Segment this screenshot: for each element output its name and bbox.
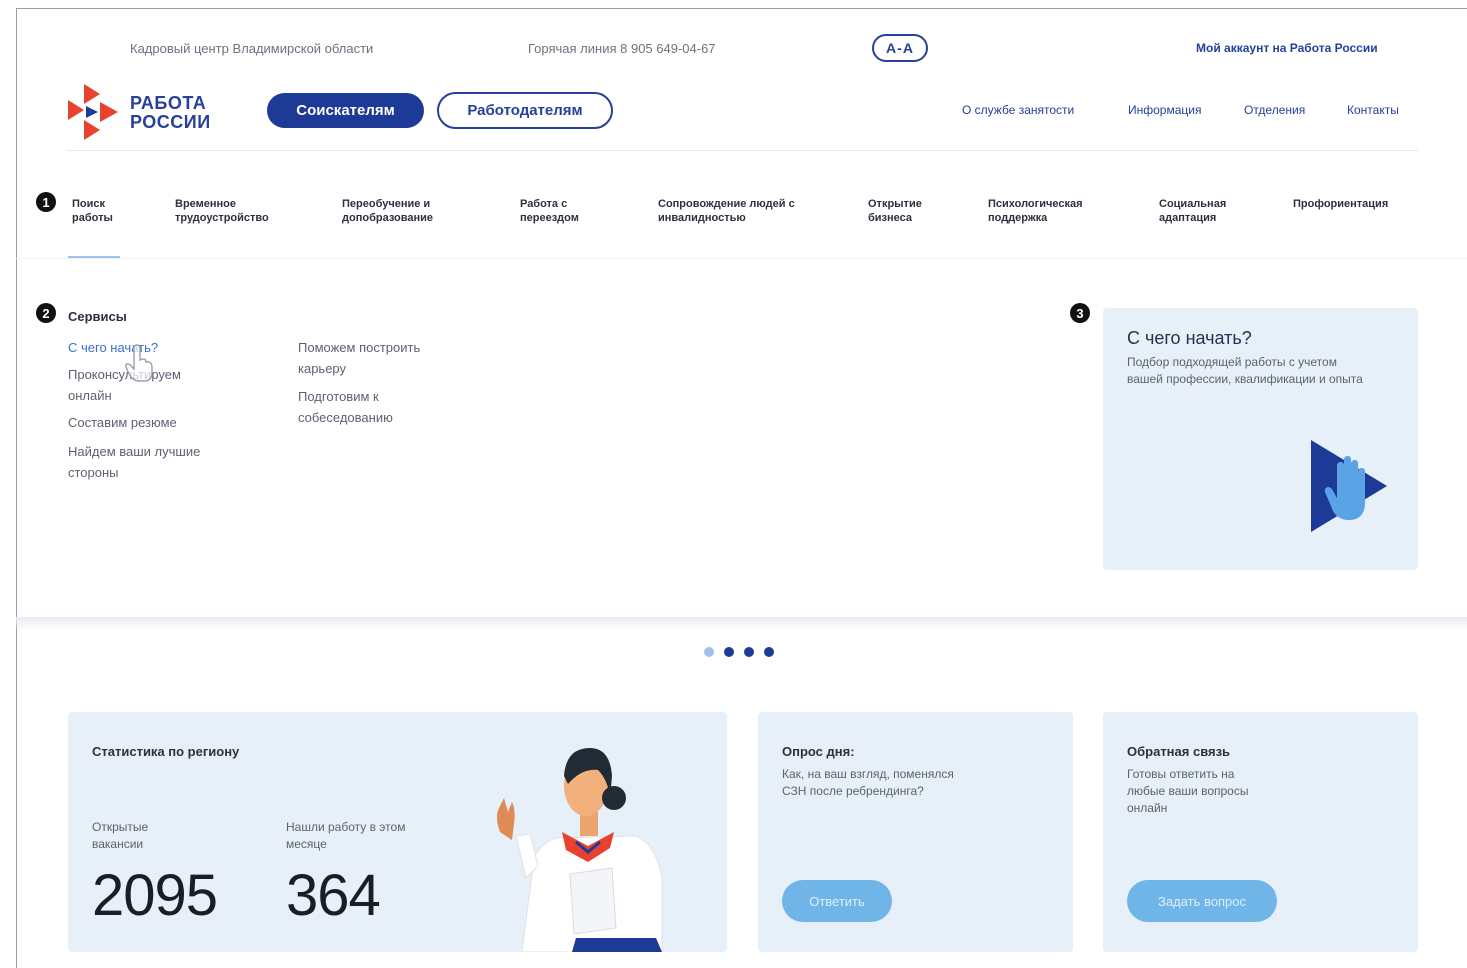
org-name: Кадровый центр Владимирской области xyxy=(130,41,374,56)
carousel-dots xyxy=(704,647,774,657)
annotation-marker-1: 1 xyxy=(36,192,56,212)
category-temporary-employment[interactable]: Временное трудоустройство xyxy=(175,197,295,225)
stat-open-vacancies-value: 2095 xyxy=(92,863,218,928)
service-career[interactable]: Поможем построить карьеру xyxy=(298,337,468,379)
category-social-adaptation[interactable]: Социальная адаптация xyxy=(1159,197,1249,225)
category-business[interactable]: Открытие бизнеса xyxy=(868,197,938,225)
nav-offices[interactable]: Отделения xyxy=(1244,103,1305,117)
category-retraining[interactable]: Переобучение и допобразование xyxy=(342,197,472,225)
promo-title: С чего начать? xyxy=(1127,328,1252,348)
poll-question: Как, на ваш взгляд, поменялся СЗН после … xyxy=(782,767,954,798)
service-resume[interactable]: Составим резюме xyxy=(68,412,248,433)
category-career-guidance[interactable]: Профориентация xyxy=(1293,197,1413,211)
menu-divider xyxy=(16,258,1467,259)
stats-card: Статистика по региону Открытые вакансии … xyxy=(68,712,727,952)
logo-icon xyxy=(68,84,118,140)
nav-contacts[interactable]: Контакты xyxy=(1347,103,1399,117)
logo[interactable]: РАБОТА РОССИИ xyxy=(66,84,226,140)
category-relocation[interactable]: Работа с переездом xyxy=(520,197,610,225)
category-disability-support[interactable]: Сопровождение людей с инвалидностью xyxy=(658,197,823,225)
logo-line2: РОССИИ xyxy=(130,112,211,132)
stat-found-job-label: Нашли работу в этом месяце xyxy=(286,820,406,851)
stat-found-job-value: 364 xyxy=(286,863,381,928)
carousel-dot[interactable] xyxy=(704,647,714,657)
font-size-toggle[interactable]: A-A xyxy=(872,34,928,62)
carousel-dot[interactable] xyxy=(744,647,754,657)
stat-open-vacancies-label: Открытые вакансии xyxy=(92,820,149,851)
logo-text: РАБОТА РОССИИ xyxy=(130,94,211,132)
feedback-card: Обратная связь Готовы ответить на любые … xyxy=(1103,712,1418,952)
annotation-marker-2: 2 xyxy=(36,303,56,323)
employers-button[interactable]: Работодателям xyxy=(437,92,613,129)
consultant-illustration-icon xyxy=(497,748,663,952)
nav-info[interactable]: Информация xyxy=(1128,103,1201,117)
hand-cursor-icon xyxy=(125,344,153,382)
logo-line1: РАБОТА xyxy=(130,93,207,113)
stats-title: Статистика по региону xyxy=(92,744,240,759)
service-where-to-start[interactable]: С чего начать? xyxy=(68,337,248,358)
service-strengths[interactable]: Найдем ваши лучшие стороны xyxy=(68,441,248,483)
service-interview[interactable]: Подготовим к собеседованию xyxy=(298,386,448,428)
top-bar: Кадровый центр Владимирской области Горя… xyxy=(0,34,1467,62)
account-link[interactable]: Мой аккаунт на Работа России xyxy=(1196,41,1378,55)
nav-about[interactable]: О службе занятости xyxy=(962,103,1074,117)
ask-question-button[interactable]: Задать вопрос xyxy=(1127,880,1277,922)
services-title: Сервисы xyxy=(68,309,127,324)
promo-description: Подбор подходящей работы с учетом вашей … xyxy=(1127,355,1363,386)
hotline[interactable]: Горячая линия 8 905 649-04-67 xyxy=(528,41,716,56)
poll-card: Опрос дня: Как, на ваш взгляд, поменялся… xyxy=(758,712,1073,952)
category-job-search[interactable]: Поиск работы xyxy=(72,197,132,225)
poll-title: Опрос дня: xyxy=(782,744,855,759)
feedback-title: Обратная связь xyxy=(1127,744,1231,759)
header-divider xyxy=(66,150,1418,151)
feedback-text: Готовы ответить на любые ваши вопросы он… xyxy=(1127,767,1249,815)
dropdown-shadow xyxy=(16,617,1467,631)
carousel-dot[interactable] xyxy=(764,647,774,657)
seekers-button[interactable]: Соискателям xyxy=(267,93,424,128)
carousel-dot[interactable] xyxy=(724,647,734,657)
poll-answer-button[interactable]: Ответить xyxy=(782,880,892,922)
play-hand-icon xyxy=(1311,440,1387,532)
category-psychological-support[interactable]: Психологическая поддержка xyxy=(988,197,1108,225)
promo-card[interactable]: С чего начать? Подбор подходящей работы … xyxy=(1103,308,1418,570)
annotation-marker-3: 3 xyxy=(1070,303,1090,323)
